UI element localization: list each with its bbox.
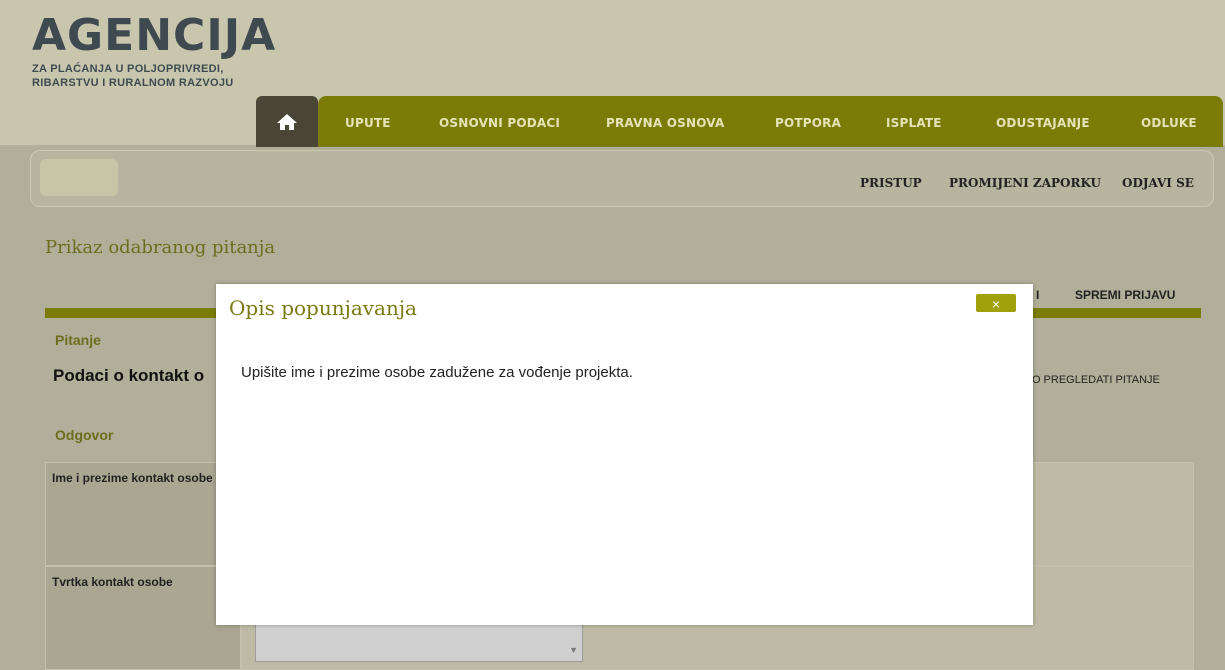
- row-label-contact-company: Tvrtka kontakt osobe: [45, 566, 241, 670]
- dialog-title: Opis popunjavanja: [229, 296, 417, 320]
- nav-item-odustajanje[interactable]: ODUSTAJANJE: [996, 116, 1090, 130]
- scroll-down-icon[interactable]: ▼: [569, 645, 578, 655]
- nav-item-upute[interactable]: UPUTE: [345, 116, 391, 130]
- change-password-link[interactable]: PROMIJENI ZAPORKU: [949, 176, 1101, 190]
- company-textarea[interactable]: ▼: [255, 620, 583, 662]
- tab-partial[interactable]: I: [1036, 288, 1039, 302]
- close-button[interactable]: ×: [976, 294, 1016, 312]
- nav-item-isplate[interactable]: ISPLATE: [886, 116, 942, 130]
- row-label-contact-name: Ime i prezime kontakt osobe: [45, 462, 241, 566]
- nav-item-potpora[interactable]: POTPORA: [775, 116, 841, 130]
- nav-item-osnovni-podaci[interactable]: OSNOVNI PODACI: [439, 116, 560, 130]
- user-bar-button[interactable]: [40, 159, 118, 196]
- question-text: Podaci o kontakt o: [53, 366, 205, 385]
- save-application-link[interactable]: SPREMI PRIJAVU: [1075, 288, 1175, 302]
- dialog-body-text: Upišite ime i prezime osobe zadužene za …: [241, 364, 633, 381]
- question-section-label: Pitanje: [55, 332, 101, 348]
- logout-link[interactable]: ODJAVI SE: [1122, 176, 1194, 190]
- help-dialog: Opis popunjavanja × Upišite ime i prezim…: [216, 284, 1033, 625]
- agency-logo-title[interactable]: AGENCIJA: [32, 14, 276, 58]
- nav-item-odluke[interactable]: ODLUKE: [1141, 116, 1197, 130]
- page-title: Prikaz odabranog pitanja: [45, 237, 276, 258]
- home-icon: [277, 113, 297, 130]
- agency-logo-subtitle: ZA PLAĆANJA U POLJOPRIVREDI, RIBARSTVU I…: [32, 62, 234, 90]
- answer-section-label: Odgovor: [55, 427, 114, 443]
- review-question-text[interactable]: NO PREGLEDATI PITANJE: [1024, 374, 1160, 386]
- logo-subtitle-line1: ZA PLAĆANJA U POLJOPRIVREDI,: [32, 63, 224, 75]
- nav-home-button[interactable]: [256, 96, 318, 147]
- nav-item-pravna-osnova[interactable]: PRAVNA OSNOVA: [606, 116, 724, 130]
- logo-subtitle-line2: RIBARSTVU I RURALNOM RAZVOJU: [32, 77, 234, 89]
- pristup-link[interactable]: PRISTUP: [860, 176, 922, 190]
